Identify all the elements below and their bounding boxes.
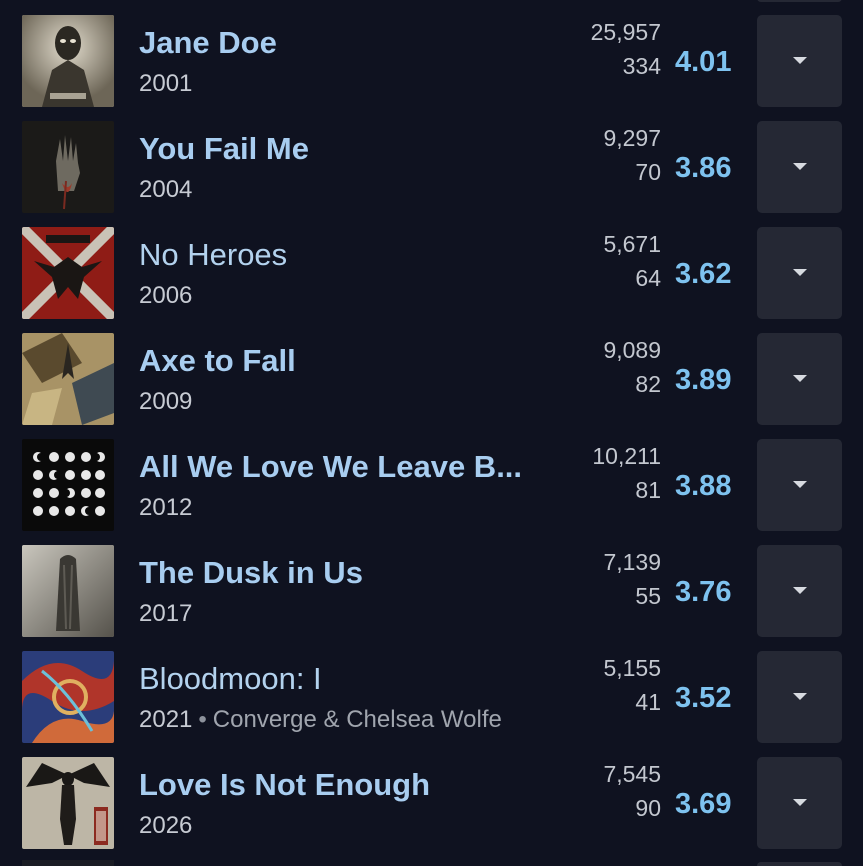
album-title-link[interactable]: Jane Doe <box>139 23 277 63</box>
reviews-count: 41 <box>635 689 661 715</box>
ratings-count: 5,671 <box>603 231 661 257</box>
chevron-down-icon <box>793 375 807 382</box>
album-menu-button[interactable] <box>757 757 842 849</box>
album-year: 2017 <box>139 600 193 627</box>
album-title-link[interactable]: All We Love We Leave B... <box>139 447 522 487</box>
bloodmoon-cover-art <box>22 651 114 743</box>
album-cover[interactable] <box>22 227 114 319</box>
chevron-down-icon <box>793 799 807 806</box>
reviews-count: 64 <box>635 265 661 291</box>
chevron-down-icon <box>793 57 807 64</box>
album-menu-button[interactable] <box>757 333 842 425</box>
album-menu-button[interactable] <box>757 121 842 213</box>
album-meta: 2026 <box>139 811 192 841</box>
album-meta: 2001 <box>139 69 192 99</box>
album-year: 2004 <box>139 176 193 203</box>
album-meta: 2017 <box>139 599 192 629</box>
average-rating: 3.89 <box>675 364 732 396</box>
average-rating: 3.62 <box>675 258 732 290</box>
you-fail-me-cover-art <box>22 121 114 213</box>
ratings-count: 25,957 <box>590 19 661 45</box>
album-cover[interactable] <box>22 651 114 743</box>
separator-dot: • <box>198 706 207 733</box>
axe-to-fall-cover-art <box>22 333 114 425</box>
ratings-count: 7,545 <box>603 761 661 787</box>
album-title-link[interactable]: You Fail Me <box>139 129 309 169</box>
album-title-link[interactable]: Love Is Not Enough <box>139 765 430 805</box>
album-title-link[interactable]: Axe to Fall <box>139 341 296 381</box>
album-meta: 2021 • Converge & Chelsea Wolfe <box>139 705 502 735</box>
album-list: Jane Doe 2001 25,957 334 4.01 You Fail M… <box>0 0 863 866</box>
list-item[interactable]: Jane Doe 2001 25,957 334 4.01 <box>0 0 863 107</box>
reviews-count: 90 <box>635 795 661 821</box>
album-cover[interactable] <box>22 121 114 213</box>
no-heroes-cover-art <box>22 227 114 319</box>
album-year: 2001 <box>139 70 193 97</box>
album-year: 2009 <box>139 388 193 415</box>
jane-doe-cover-art <box>22 15 114 107</box>
album-menu-button[interactable] <box>757 15 842 107</box>
album-meta: 2006 <box>139 281 192 311</box>
ratings-count: 9,089 <box>603 337 661 363</box>
list-item[interactable]: You Fail Me 2004 9,297 70 3.86 <box>0 106 863 213</box>
album-artists-link[interactable]: Converge & Chelsea Wolfe <box>213 706 502 733</box>
album-year: 2012 <box>139 494 193 521</box>
album-menu-button[interactable] <box>757 227 842 319</box>
ratings-count: 10,211 <box>592 443 661 469</box>
reviews-count: 81 <box>635 477 661 503</box>
list-item[interactable]: Love Is Not Enough 2026 7,545 90 3.69 <box>0 742 863 849</box>
album-cover[interactable] <box>22 545 114 637</box>
album-title-link[interactable]: No Heroes <box>139 235 287 275</box>
album-cover[interactable] <box>22 333 114 425</box>
chevron-down-icon <box>793 693 807 700</box>
love-is-not-enough-cover-art <box>22 757 114 849</box>
album-year: 2006 <box>139 282 193 309</box>
average-rating: 3.52 <box>675 682 732 714</box>
average-rating: 4.01 <box>675 46 732 78</box>
dusk-in-us-cover-art <box>22 545 114 637</box>
ratings-count: 7,139 <box>603 549 661 575</box>
album-title-link[interactable]: The Dusk in Us <box>139 553 363 593</box>
reviews-count: 55 <box>635 583 661 609</box>
album-year: 2021 <box>139 706 193 733</box>
list-item[interactable]: Axe to Fall 2009 9,089 82 3.89 <box>0 318 863 425</box>
reviews-count: 82 <box>635 371 661 397</box>
chevron-down-icon <box>793 481 807 488</box>
average-rating: 3.76 <box>675 576 732 608</box>
album-cover[interactable] <box>22 15 114 107</box>
average-rating: 3.69 <box>675 788 732 820</box>
album-cover-partial[interactable] <box>22 860 114 866</box>
album-menu-button[interactable] <box>757 545 842 637</box>
all-we-love-cover-art <box>22 439 114 531</box>
list-item[interactable]: The Dusk in Us 2017 7,139 55 3.76 <box>0 530 863 637</box>
average-rating: 3.88 <box>675 470 732 502</box>
album-meta: 2009 <box>139 387 192 417</box>
list-item[interactable]: Bloodmoon: I 2021 • Converge & Chelsea Wol… <box>0 636 863 743</box>
list-item[interactable]: All We Love We Leave B... 2012 10,211 81… <box>0 424 863 531</box>
chevron-down-icon <box>793 587 807 594</box>
album-meta: 2004 <box>139 175 192 205</box>
album-menu-button[interactable] <box>757 439 842 531</box>
menu-button-partial[interactable] <box>757 862 842 866</box>
list-item[interactable]: No Heroes 2006 5,671 64 3.62 <box>0 212 863 319</box>
ratings-count: 5,155 <box>603 655 661 681</box>
ratings-count: 9,297 <box>603 125 661 151</box>
album-cover[interactable] <box>22 439 114 531</box>
album-menu-button[interactable] <box>757 651 842 743</box>
reviews-count: 70 <box>635 159 661 185</box>
album-year: 2026 <box>139 812 193 839</box>
reviews-count: 334 <box>622 53 661 79</box>
album-title-link[interactable]: Bloodmoon: I <box>139 659 322 699</box>
chevron-down-icon <box>793 269 807 276</box>
album-meta: 2012 <box>139 493 192 523</box>
chevron-down-icon <box>793 163 807 170</box>
album-cover[interactable] <box>22 757 114 849</box>
average-rating: 3.86 <box>675 152 732 184</box>
